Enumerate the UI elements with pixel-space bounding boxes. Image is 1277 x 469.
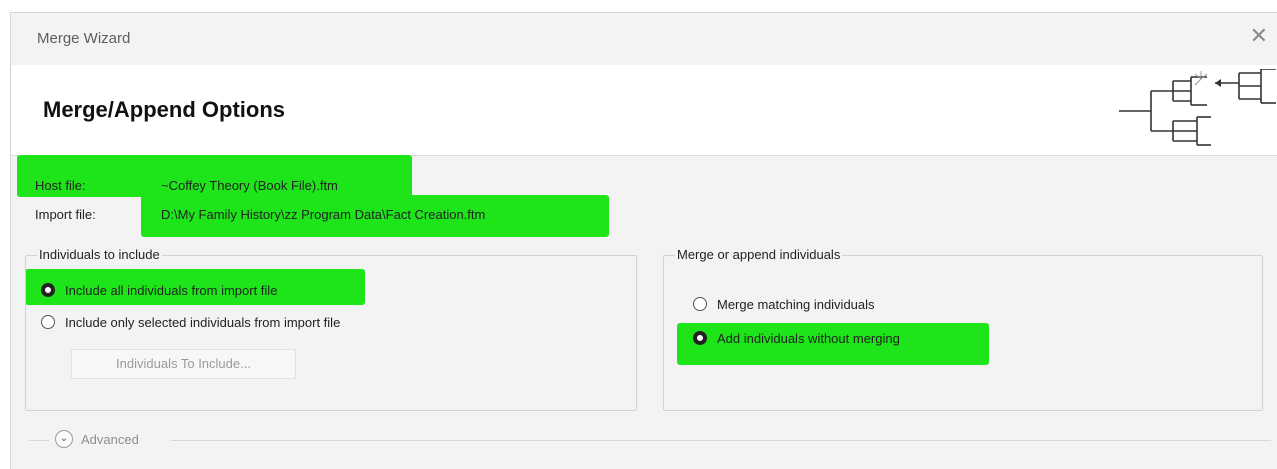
close-icon[interactable]: ✕ <box>1250 25 1268 47</box>
individuals-group-legend: Individuals to include <box>37 247 162 262</box>
import-file-label: Import file: <box>35 207 96 222</box>
radio-include-selected-label: Include only selected individuals from i… <box>65 315 341 330</box>
import-file-value: D:\My Family History\zz Program Data\Fac… <box>161 207 486 222</box>
chevron-down-icon[interactable]: ⌄ <box>55 430 73 448</box>
radio-add-without-merging-label: Add individuals without merging <box>717 331 900 346</box>
page-title: Merge/Append Options <box>43 97 285 122</box>
divider <box>29 440 49 441</box>
radio-button[interactable] <box>41 283 55 297</box>
host-file-label: Host file: <box>35 178 86 193</box>
radio-button[interactable] <box>41 315 55 329</box>
merge-wizard-window: Merge Wizard ✕ Merge/Append Options Host… <box>10 12 1277 469</box>
radio-include-selected[interactable]: Include only selected individuals from i… <box>41 313 401 333</box>
advanced-label: Advanced <box>81 432 139 447</box>
radio-merge-matching[interactable]: Merge matching individuals <box>693 295 953 315</box>
individuals-to-include-button[interactable]: Individuals To Include... <box>71 349 296 379</box>
radio-include-all-label: Include all individuals from import file <box>65 283 278 298</box>
radio-button[interactable] <box>693 297 707 311</box>
individuals-to-include-group <box>25 255 637 411</box>
family-tree-icon <box>1119 69 1276 146</box>
advanced-expander[interactable]: ⌄ Advanced <box>11 425 1277 459</box>
radio-add-without-merging[interactable]: Add individuals without merging <box>693 329 973 349</box>
merge-group-legend: Merge or append individuals <box>675 247 843 262</box>
radio-include-all[interactable]: Include all individuals from import file <box>41 281 351 301</box>
radio-merge-matching-label: Merge matching individuals <box>717 297 875 312</box>
title-bar: Merge Wizard ✕ <box>11 13 1277 65</box>
host-file-value: ~Coffey Theory (Book File).ftm <box>161 178 338 193</box>
radio-button[interactable] <box>693 331 707 345</box>
divider <box>171 440 1271 441</box>
window-title: Merge Wizard <box>37 30 131 47</box>
wizard-header: Merge/Append Options <box>11 65 1277 156</box>
